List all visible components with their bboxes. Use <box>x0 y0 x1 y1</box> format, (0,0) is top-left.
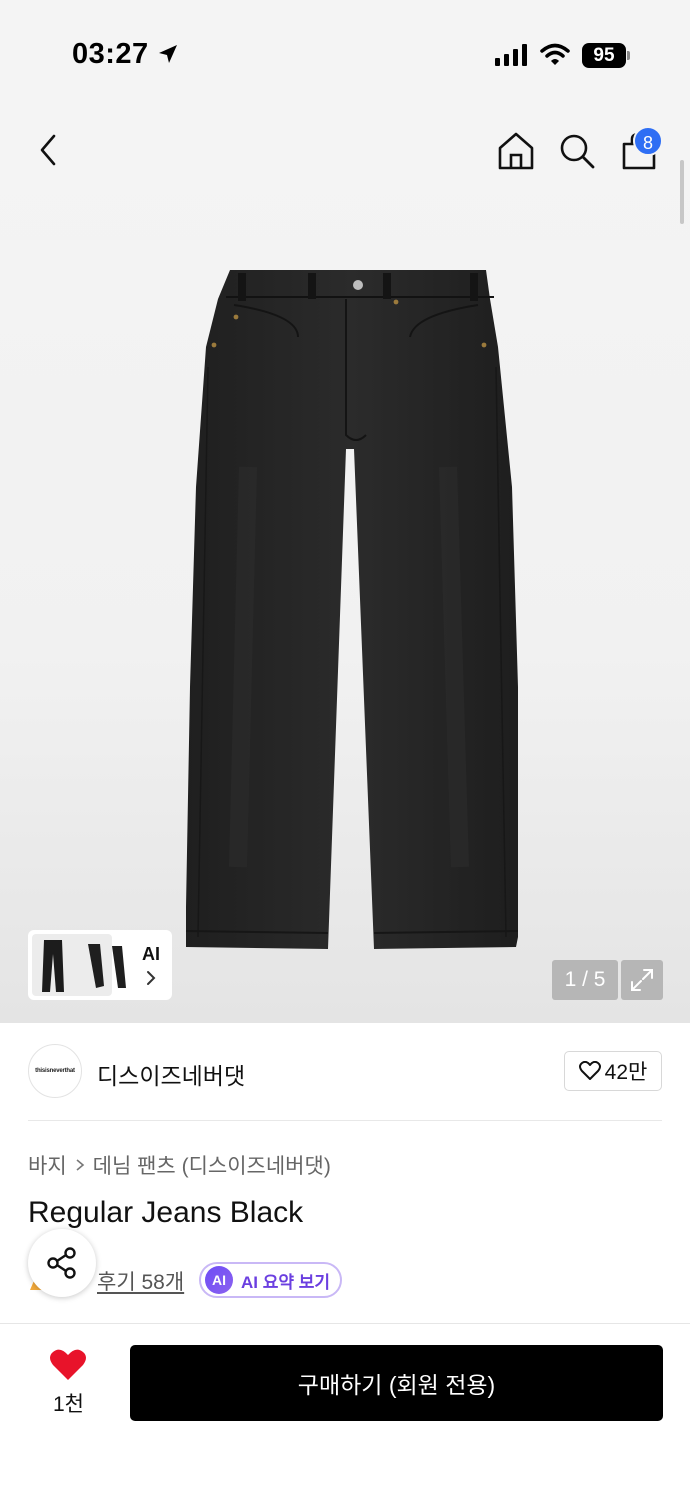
like-count: 1천 <box>53 1393 84 1416</box>
bottom-bar-divider <box>0 1323 690 1324</box>
product-title: Regular Jeans Black <box>28 1196 304 1229</box>
heart-outline-icon <box>578 1061 601 1080</box>
thumbnail-image <box>32 934 126 996</box>
cellular-signal-icon <box>495 44 529 71</box>
product-gallery[interactable]: AI 1 / 5 <box>0 100 690 1023</box>
back-button[interactable] <box>28 128 68 172</box>
product-detail-screen: 03:27 95 AI 1 / 5 8 thisisneverthat 디스이즈… <box>0 0 690 1500</box>
cart-count-badge: 8 <box>633 126 663 156</box>
share-icon <box>47 1247 76 1279</box>
home-icon <box>498 132 534 170</box>
divider <box>28 1120 662 1121</box>
reviews-link[interactable]: 후기 58개 <box>97 1266 184 1296</box>
search-button[interactable] <box>555 128 599 174</box>
chevron-right-icon <box>146 970 156 991</box>
search-icon <box>560 134 595 169</box>
brand-logo[interactable]: thisisneverthat <box>28 1044 82 1098</box>
heart-filled-icon[interactable] <box>49 1348 87 1387</box>
battery-tip <box>627 51 630 60</box>
ai-lookalike-thumbnail[interactable]: AI <box>28 930 172 1000</box>
product-image <box>185 270 519 949</box>
brand-like-button[interactable]: 42만 <box>564 1051 662 1091</box>
breadcrumb-item-denim[interactable]: 데님 팬츠 (디스이즈네버댓) <box>93 1150 331 1180</box>
share-button[interactable] <box>28 1229 96 1297</box>
brand-like-count: 42만 <box>604 1061 648 1084</box>
status-time: 03:27 <box>72 38 149 70</box>
image-counter: 1 / 5 <box>552 960 618 1000</box>
breadcrumb-item-pants[interactable]: 바지 <box>28 1150 67 1180</box>
buy-button[interactable]: 구매하기 (회원 전용) <box>130 1345 663 1421</box>
status-bar: 03:27 95 <box>0 0 690 100</box>
ai-thumb-label: AI <box>142 944 160 964</box>
ai-summary-label: AI 요약 보기 <box>241 1272 331 1292</box>
scrollbar[interactable] <box>680 160 684 224</box>
home-button[interactable] <box>494 128 538 174</box>
fullscreen-button[interactable] <box>621 960 663 1000</box>
ai-summary-button[interactable]: AI AI 요약 보기 <box>199 1262 343 1298</box>
location-arrow-icon <box>157 43 179 70</box>
breadcrumb: 바지 데님 팬츠 (디스이즈네버댓) <box>28 1150 331 1180</box>
battery-icon: 95 <box>582 43 626 68</box>
wifi-icon <box>540 42 570 71</box>
chevron-right-icon <box>76 1159 84 1171</box>
ai-badge-icon: AI <box>205 1266 233 1294</box>
back-chevron-icon <box>40 134 56 166</box>
brand-name[interactable]: 디스이즈네버댓 <box>97 1057 245 1091</box>
expand-icon <box>631 969 653 991</box>
